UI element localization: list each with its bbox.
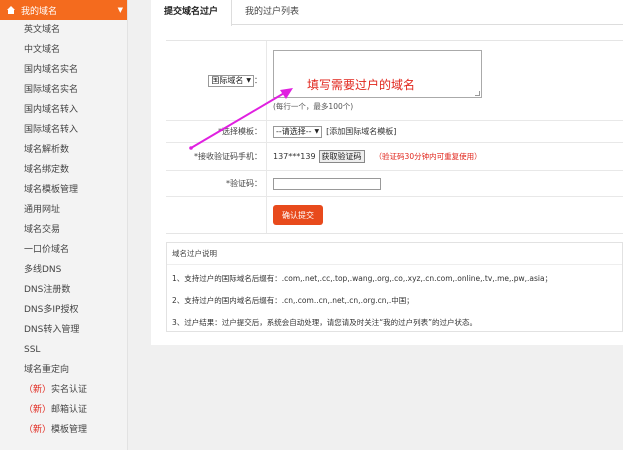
form-row-code: *验证码： <box>166 171 623 197</box>
sidebar-item-label: 多线DNS <box>24 265 62 275</box>
note-item: 1、支持过户的国际域名后缀有：.com,.net,.cc,.top,.wang,… <box>172 274 553 283</box>
sidebar-item-label: 域名重定向 <box>24 365 70 375</box>
sidebar-item-label: 一口价域名 <box>24 245 70 255</box>
sidebar-item-label: 英文域名 <box>24 25 61 35</box>
domain-type-select[interactable]: 国际域名 ▼ <box>208 74 254 87</box>
chevron-down-icon: ▼ <box>314 128 320 135</box>
template-cell: --请选择-- ▼ [添加国际域名模板] <box>267 121 623 142</box>
sidebar-item[interactable]: 域名绑定数 <box>0 160 127 180</box>
sidebar-item-label: 国内域名转入 <box>24 105 79 115</box>
sidebar-item[interactable]: DNS多IP授权 <box>0 300 127 320</box>
phone-label: *接收验证码手机： <box>166 143 267 170</box>
main-panel: 提交域名过户 我的过户列表 国际域名 ▼ ： (每行一个，最多100个) *选择… <box>151 0 623 345</box>
notes-title: 域名过户说明 <box>167 243 622 265</box>
sidebar-item-label: 实名认证 <box>51 385 88 395</box>
template-label-text: *选择模板： <box>218 127 262 136</box>
tab-bar: 提交域名过户 我的过户列表 <box>151 0 623 26</box>
code-label-text: *验证码： <box>226 179 262 188</box>
code-note: （验证码30分钟内可重复使用） <box>374 152 482 161</box>
domain-type-select-value: 国际域名 <box>211 76 244 85</box>
sidebar-item[interactable]: 域名模板管理 <box>0 180 127 200</box>
note-item: 2、支持过户的国内域名后缀有：.cn,.com..cn,.net,.cn,.or… <box>172 296 414 305</box>
sidebar-item-label: DNS转入管理 <box>24 325 80 335</box>
code-label: *验证码： <box>166 171 267 196</box>
form-row-template: *选择模板： --请选择-- ▼ [添加国际域名模板] <box>166 121 623 143</box>
sidebar-item-label: 域名绑定数 <box>24 165 70 175</box>
sidebar-item-label: DNS注册数 <box>24 285 71 295</box>
sidebar-item-label: DNS多IP授权 <box>24 305 79 315</box>
template-select-value: --请选择-- <box>276 127 312 136</box>
sidebar-header-label: 我的域名 <box>21 6 58 17</box>
chevron-down-icon: ▼ <box>246 77 251 84</box>
template-label: *选择模板： <box>166 121 267 142</box>
sidebar-item-label: 国际域名转入 <box>24 125 79 135</box>
sidebar-item[interactable]: 域名解析数 <box>0 140 127 160</box>
label-colon: ： <box>254 76 262 85</box>
phone-value: 137***139 <box>273 152 316 161</box>
sidebar-item[interactable]: 一口价域名 <box>0 240 127 260</box>
sidebar-item[interactable]: 域名重定向 <box>0 360 127 380</box>
sidebar-item[interactable]: 国际域名转入 <box>0 120 127 140</box>
template-select[interactable]: --请选择-- ▼ <box>273 125 323 138</box>
code-cell <box>267 171 623 196</box>
phone-cell: 137***139 获取验证码 （验证码30分钟内可重复使用） <box>267 143 623 170</box>
sidebar-item-label: 模板管理 <box>51 425 88 435</box>
new-tag: （新） <box>24 425 52 435</box>
form-row-phone: *接收验证码手机： 137***139 获取验证码 （验证码30分钟内可重复使用… <box>166 143 623 171</box>
add-template-link[interactable]: [添加国际域名模板] <box>326 126 396 137</box>
tab-submit-transfer[interactable]: 提交域名过户 <box>151 0 233 26</box>
sidebar-item[interactable]: 通用网址 <box>0 200 127 220</box>
sidebar-item[interactable]: 国际域名实名 <box>0 80 127 100</box>
domain-hint: (每行一个，最多100个) <box>273 101 354 111</box>
sidebar-item-label: 中文域名 <box>24 45 61 55</box>
sidebar-item-label: 域名模板管理 <box>24 185 79 195</box>
sidebar-item-label: 国内域名实名 <box>24 65 79 75</box>
sidebar-item[interactable]: 国内域名实名 <box>0 60 127 80</box>
empty-label <box>166 197 267 233</box>
sidebar-item[interactable]: SSL <box>0 340 127 360</box>
resize-handle-icon[interactable] <box>475 90 480 96</box>
home-icon <box>7 6 15 14</box>
sidebar-item-label: 国际域名实名 <box>24 85 79 95</box>
domain-type-label-cell: 国际域名 ▼ ： <box>166 41 267 120</box>
sidebar-item-label: SSL <box>24 345 41 355</box>
phone-label-text: *接收验证码手机： <box>194 152 262 161</box>
sidebar-header-my-domains[interactable]: 我的域名 ▼ <box>0 0 127 20</box>
sidebar-item[interactable]: 英文域名 <box>0 20 127 40</box>
sidebar-item[interactable]: （新）模板管理 <box>0 420 127 440</box>
sidebar-item-label: 域名交易 <box>24 225 61 235</box>
annotation-text: 填写需要过户的域名 <box>307 78 416 92</box>
code-input[interactable] <box>273 177 381 190</box>
transfer-form: 国际域名 ▼ ： (每行一个，最多100个) *选择模板： --请选择-- ▼ … <box>166 40 623 234</box>
sidebar: 我的域名 ▼ 英文域名 中文域名 国内域名实名 国际域名实名 国内域名转入 国际… <box>0 0 128 450</box>
tab-my-transfer-list[interactable]: 我的过户列表 <box>232 0 312 24</box>
sidebar-item[interactable]: （新）实名认证 <box>0 380 127 400</box>
sidebar-item-label: 域名解析数 <box>24 145 70 155</box>
sidebar-item[interactable]: 中文域名 <box>0 40 127 60</box>
sidebar-item[interactable]: DNS注册数 <box>0 280 127 300</box>
sidebar-item[interactable]: 域名交易 <box>0 220 127 240</box>
sidebar-item[interactable]: 多线DNS <box>0 260 127 280</box>
chevron-down-icon: ▼ <box>117 6 123 14</box>
transfer-notes: 域名过户说明 1、支持过户的国际域名后缀有：.com,.net,.cc,.top… <box>166 242 623 332</box>
sidebar-item[interactable]: DNS转入管理 <box>0 320 127 340</box>
new-tag: （新） <box>24 385 52 395</box>
submit-cell: 确认提交 <box>267 197 623 233</box>
new-tag: （新） <box>24 405 52 415</box>
sidebar-item-label: 通用网址 <box>24 205 61 215</box>
sidebar-item[interactable]: （新）邮箱认证 <box>0 400 127 420</box>
form-row-submit: 确认提交 <box>166 197 623 233</box>
sidebar-item-label: 邮箱认证 <box>51 405 88 415</box>
note-item: 3、过户结果：过户提交后，系统会自动处理，请您请及时关注“我的过户列表”的过户状… <box>172 318 478 327</box>
submit-button[interactable]: 确认提交 <box>273 205 323 225</box>
sidebar-item[interactable]: 国内域名转入 <box>0 100 127 120</box>
get-code-button[interactable]: 获取验证码 <box>318 150 365 163</box>
